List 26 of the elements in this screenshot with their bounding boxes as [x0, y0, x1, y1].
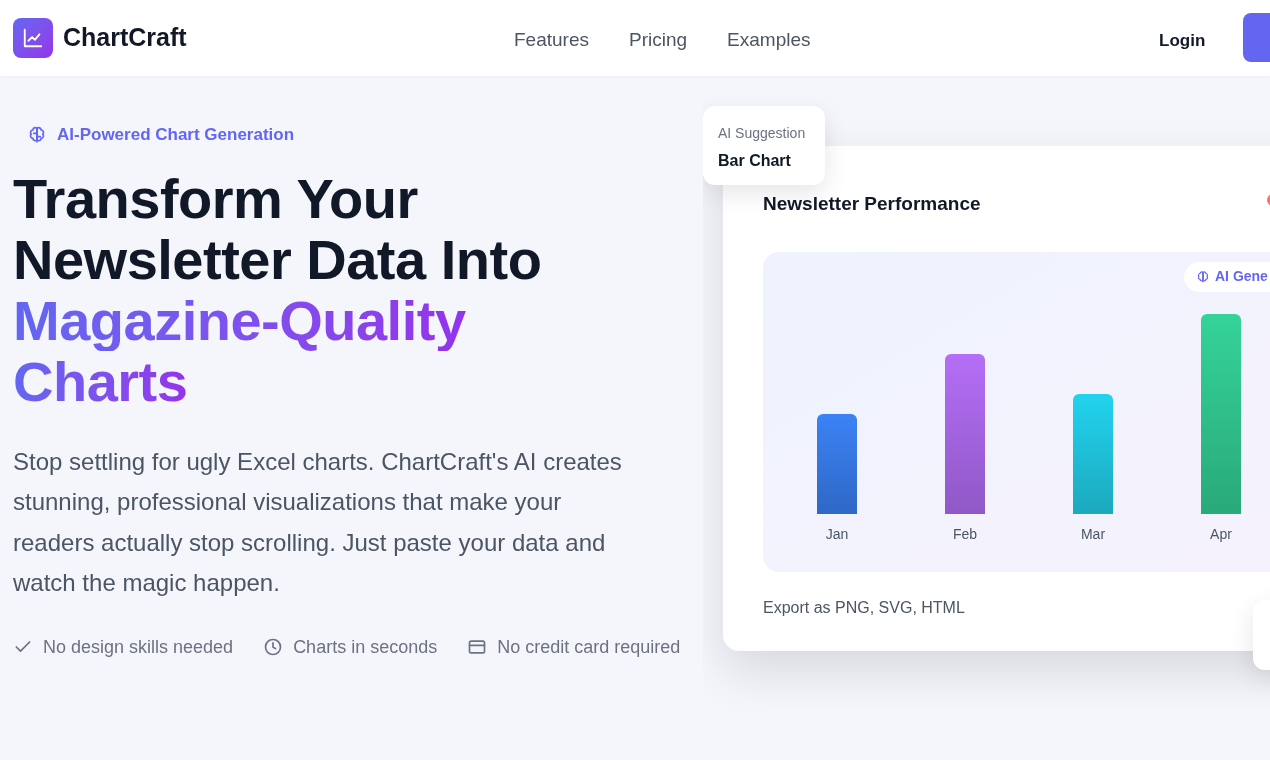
bar-label: Jan [825, 524, 849, 544]
headline-line: Transform Your [13, 167, 418, 229]
tagline-label: AI-Powered Chart Generation [57, 124, 295, 146]
feature-label: No design skills needed [43, 635, 234, 659]
badge-label: AI Gene [1215, 267, 1268, 286]
nav-link[interactable]: Examples [727, 26, 811, 55]
bar-label: Mar [1080, 524, 1106, 544]
nav-link[interactable]: Pricing [629, 26, 688, 55]
brain-icon [1196, 269, 1210, 284]
clock-icon [263, 637, 284, 657]
login-link[interactable]: Login [1159, 28, 1206, 54]
feature-label: Charts in seconds [293, 635, 438, 659]
logo-icon[interactable] [13, 18, 53, 58]
hero-description: Stop settling for ugly Excel charts. ChartCraft's AI creates stunning, professional visualizations that make your readers actually stop scrolling. Just paste your data and watch the magic happen. [13, 446, 623, 598]
bar-label: Feb [952, 524, 978, 544]
headline-line: Newsletter Data Into [13, 228, 542, 290]
export-note: Export as PNG, SVG, HTML [763, 597, 966, 618]
suggestion-label: AI Suggestion [718, 124, 807, 143]
nav-link[interactable]: Features [514, 26, 589, 55]
credit-card-icon [467, 637, 488, 657]
chart-title: Newsletter Performance [763, 192, 982, 216]
logo-text[interactable]: ChartCraft [63, 19, 187, 57]
bar-label: Apr [1210, 524, 1232, 544]
feature-label: No credit card required [497, 635, 681, 659]
brain-icon [27, 124, 47, 145]
suggestion-value: Bar Chart [718, 151, 792, 171]
